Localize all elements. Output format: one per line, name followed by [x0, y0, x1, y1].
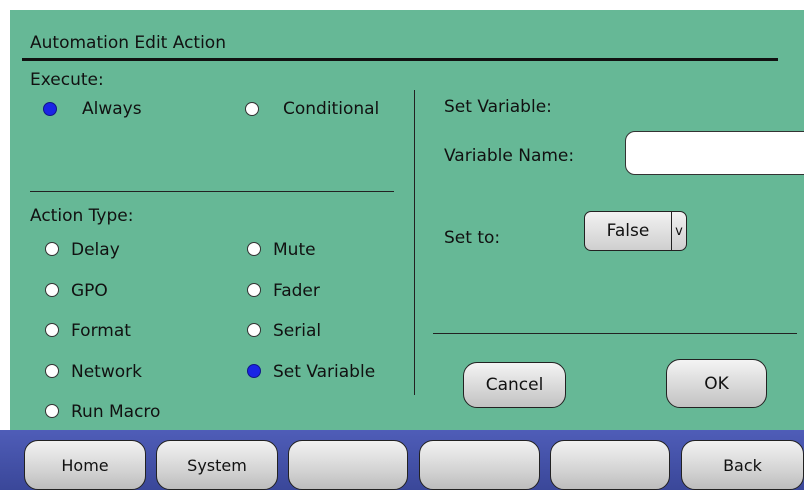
- action-type-label: Action Type:: [30, 206, 134, 226]
- radio-run-macro-label[interactable]: Run Macro: [71, 402, 160, 422]
- chevron-down-icon[interactable]: v: [671, 212, 686, 250]
- nav-blank-button-3[interactable]: [550, 440, 670, 490]
- radio-network[interactable]: [45, 364, 59, 378]
- column-divider: [414, 90, 415, 395]
- radio-delay[interactable]: [45, 242, 59, 256]
- radio-fader[interactable]: [247, 283, 261, 297]
- ok-button[interactable]: OK: [666, 359, 767, 408]
- radio-mute-label[interactable]: Mute: [273, 240, 316, 260]
- radio-set-variable[interactable]: [247, 364, 261, 378]
- nav-home-button[interactable]: Home: [24, 440, 146, 490]
- set-to-label: Set to:: [444, 228, 501, 248]
- radio-delay-label[interactable]: Delay: [71, 240, 120, 260]
- radio-always[interactable]: [43, 102, 57, 116]
- radio-always-label[interactable]: Always: [82, 99, 142, 119]
- execute-label: Execute:: [30, 70, 104, 90]
- set-variable-heading: Set Variable:: [444, 97, 552, 117]
- radio-mute[interactable]: [247, 242, 261, 256]
- radio-serial[interactable]: [247, 323, 261, 337]
- variable-name-input[interactable]: [625, 131, 804, 175]
- radio-gpo[interactable]: [45, 283, 59, 297]
- radio-fader-label[interactable]: Fader: [273, 281, 320, 301]
- radio-run-macro[interactable]: [45, 404, 59, 418]
- radio-conditional[interactable]: [245, 102, 259, 116]
- nav-system-button[interactable]: System: [156, 440, 278, 490]
- nav-back-button[interactable]: Back: [681, 440, 804, 490]
- radio-format[interactable]: [45, 323, 59, 337]
- cancel-button[interactable]: Cancel: [463, 362, 566, 408]
- nav-blank-button-2[interactable]: [419, 440, 540, 490]
- set-to-value: False: [606, 221, 650, 241]
- buttons-divider: [433, 333, 797, 334]
- radio-conditional-label[interactable]: Conditional: [283, 99, 379, 119]
- radio-gpo-label[interactable]: GPO: [71, 281, 108, 301]
- variable-name-label: Variable Name:: [444, 146, 575, 166]
- radio-network-label[interactable]: Network: [71, 362, 142, 382]
- radio-set-variable-label[interactable]: Set Variable: [273, 362, 375, 382]
- title-divider: [22, 58, 778, 61]
- nav-blank-button-1[interactable]: [288, 440, 408, 490]
- dialog-title: Automation Edit Action: [30, 33, 226, 53]
- section-divider: [30, 191, 394, 192]
- set-to-dropdown[interactable]: False v: [584, 211, 687, 251]
- radio-serial-label[interactable]: Serial: [273, 321, 321, 341]
- radio-format-label[interactable]: Format: [71, 321, 131, 341]
